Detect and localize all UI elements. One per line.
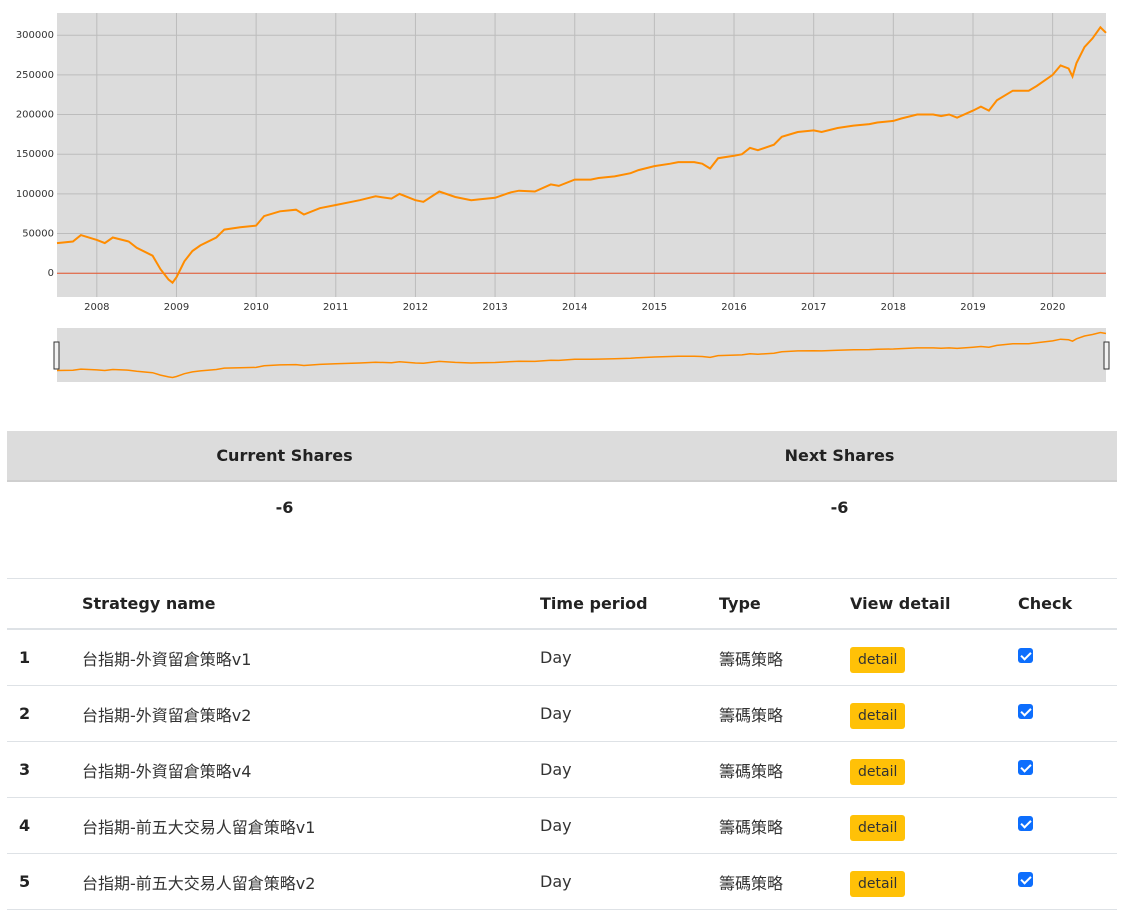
- strategy-table: Strategy name Time period Type View deta…: [7, 578, 1117, 910]
- equity-chart: 0 50000 100000 150000 200000 250000 300000 200…: [0, 0, 1126, 400]
- x-tick-label: 2008: [84, 302, 109, 313]
- next-shares-value: -6: [830, 497, 849, 517]
- x-tick-label: 2013: [482, 302, 507, 313]
- time-period: Day: [540, 741, 719, 798]
- check-header: Check: [1018, 578, 1117, 630]
- type-header: Type: [719, 578, 850, 630]
- shares-header-row: Current Shares Next Shares: [7, 431, 1117, 482]
- current-shares-header: Current Shares: [216, 446, 353, 465]
- strategy-type: 籌碼策略: [719, 685, 850, 742]
- x-axis-ticks: 2008 2009 2010 2011 2012 2013 2014 2015 2016 2017…: [84, 302, 1065, 313]
- strategy-name: 台指期-前五大交易人留倉策略v2: [82, 853, 540, 910]
- check-checkbox[interactable]: [1018, 760, 1033, 775]
- strategy-type: 籌碼策略: [719, 741, 850, 798]
- row-index: 5: [7, 853, 82, 910]
- y-tick-label: 100000: [16, 189, 54, 200]
- time-period: Day: [540, 797, 719, 854]
- table-row: 5 台指期-前五大交易人留倉策略v2 Day 籌碼策略 detail: [7, 853, 1117, 910]
- x-tick-label: 2011: [323, 302, 348, 313]
- plot-area: [57, 13, 1106, 297]
- navigator-right-handle[interactable]: [1103, 341, 1110, 370]
- index-header: [7, 578, 82, 630]
- y-tick-label: 300000: [16, 30, 54, 41]
- time-period: Day: [540, 685, 719, 742]
- x-tick-label: 2010: [243, 302, 268, 313]
- check-checkbox[interactable]: [1018, 816, 1033, 831]
- y-tick-label: 200000: [16, 110, 54, 121]
- shares-value-row: -6 -6: [7, 482, 1117, 532]
- time-period: Day: [540, 853, 719, 910]
- table-row: 1 台指期-外資留倉策略v1 Day 籌碼策略 detail: [7, 629, 1117, 686]
- x-tick-label: 2018: [881, 302, 906, 313]
- row-index: 4: [7, 797, 82, 854]
- row-index: 3: [7, 741, 82, 798]
- y-tick-label: 50000: [22, 229, 54, 240]
- time-period-header: Time period: [540, 578, 719, 630]
- y-axis-ticks: 0 50000 100000 150000 200000 250000 300000: [16, 30, 54, 279]
- y-tick-label: 0: [48, 268, 54, 279]
- range-navigator[interactable]: [57, 328, 1106, 382]
- row-index: 2: [7, 685, 82, 742]
- check-checkbox[interactable]: [1018, 872, 1033, 887]
- equity-chart-svg: 0 50000 100000 150000 200000 250000 300000 200…: [16, 13, 1110, 382]
- x-tick-label: 2009: [164, 302, 189, 313]
- strategy-name: 台指期-外資留倉策略v2: [82, 685, 540, 742]
- strategy-header-row: Strategy name Time period Type View deta…: [7, 578, 1117, 630]
- detail-button[interactable]: detail: [850, 702, 906, 729]
- x-tick-label: 2020: [1040, 302, 1065, 313]
- x-tick-label: 2017: [801, 302, 826, 313]
- detail-button[interactable]: detail: [850, 646, 906, 673]
- strategy-name: 台指期-外資留倉策略v4: [82, 741, 540, 798]
- strategy-type: 籌碼策略: [719, 797, 850, 854]
- x-tick-label: 2019: [960, 302, 985, 313]
- check-checkbox[interactable]: [1018, 704, 1033, 719]
- view-detail-header: View detail: [850, 578, 1018, 630]
- detail-button[interactable]: detail: [850, 814, 906, 841]
- strategy-type: 籌碼策略: [719, 853, 850, 910]
- x-tick-label: 2014: [562, 302, 587, 313]
- row-index: 1: [7, 629, 82, 686]
- table-row: 4 台指期-前五大交易人留倉策略v1 Day 籌碼策略 detail: [7, 797, 1117, 854]
- table-row: 3 台指期-外資留倉策略v4 Day 籌碼策略 detail: [7, 741, 1117, 798]
- strategy-name: 台指期-外資留倉策略v1: [82, 629, 540, 686]
- time-period: Day: [540, 629, 719, 686]
- y-tick-label: 150000: [16, 149, 54, 160]
- strategy-name-header: Strategy name: [82, 578, 540, 630]
- table-row: 2 台指期-外資留倉策略v2 Day 籌碼策略 detail: [7, 685, 1117, 742]
- detail-button[interactable]: detail: [850, 870, 906, 897]
- x-tick-label: 2015: [642, 302, 667, 313]
- y-tick-label: 250000: [16, 70, 54, 81]
- current-shares-value: -6: [275, 497, 294, 517]
- strategy-type: 籌碼策略: [719, 629, 850, 686]
- navigator-left-handle[interactable]: [53, 341, 60, 370]
- x-tick-label: 2016: [721, 302, 746, 313]
- strategy-name: 台指期-前五大交易人留倉策略v1: [82, 797, 540, 854]
- next-shares-header: Next Shares: [784, 446, 895, 465]
- shares-table: Current Shares Next Shares -6 -6: [7, 431, 1117, 532]
- check-checkbox[interactable]: [1018, 648, 1033, 663]
- x-tick-label: 2012: [403, 302, 428, 313]
- detail-button[interactable]: detail: [850, 758, 906, 785]
